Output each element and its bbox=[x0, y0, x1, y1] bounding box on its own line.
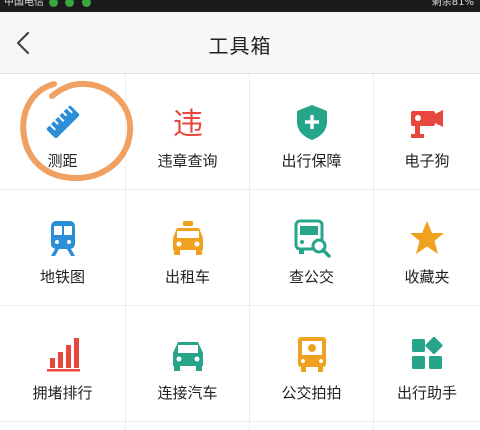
tool-violation-query[interactable]: 违 违章查询 bbox=[126, 74, 250, 190]
page-title: 工具箱 bbox=[208, 34, 272, 58]
tool-label: 测距 bbox=[47, 152, 78, 170]
tool-travel-assistant[interactable]: 出行助手 bbox=[374, 306, 480, 422]
tool-label: 地铁图 bbox=[39, 268, 85, 286]
grid-row-partial bbox=[250, 422, 374, 430]
tool-label: 出租车 bbox=[164, 268, 210, 286]
ruler-icon bbox=[46, 105, 79, 139]
bar-chart-icon bbox=[46, 338, 80, 372]
battery-label: 剩余81% bbox=[431, 0, 474, 8]
bus-search-icon bbox=[294, 219, 331, 258]
tool-label: 收藏夹 bbox=[404, 268, 450, 286]
message-notification-icon bbox=[65, 0, 75, 7]
grid-row-partial bbox=[0, 422, 126, 430]
taxi-icon bbox=[172, 221, 203, 255]
subway-icon bbox=[50, 221, 75, 256]
tool-label: 连接汽车 bbox=[157, 384, 218, 402]
tool-label: 公交拍拍 bbox=[281, 384, 342, 402]
wechat-notification-icon bbox=[49, 0, 59, 7]
tool-speed-camera[interactable]: 电子狗 bbox=[374, 74, 480, 190]
grid-row-partial bbox=[374, 422, 480, 430]
carrier-label: 中国电信 bbox=[4, 0, 93, 9]
header-bar: 工具箱 bbox=[0, 12, 480, 74]
tool-bus-photo[interactable]: 公交拍拍 bbox=[250, 306, 374, 422]
app-notification-icon bbox=[81, 0, 91, 7]
violation-glyph: 违 bbox=[173, 107, 203, 142]
tool-congestion-ranking[interactable]: 拥堵排行 bbox=[0, 306, 126, 422]
tool-travel-protection[interactable]: 出行保障 bbox=[250, 74, 374, 190]
tool-label: 出行保障 bbox=[281, 152, 342, 170]
tool-subway-map[interactable]: 地铁图 bbox=[0, 190, 126, 306]
tool-grid: 测距 违 违章查询 出行保障 电子狗 地铁图 出租车 查公交 收藏夹 拥堵排行 … bbox=[0, 74, 480, 430]
camera-icon bbox=[411, 110, 443, 138]
star-icon bbox=[410, 221, 444, 254]
apps-icon bbox=[412, 336, 443, 369]
tool-label: 出行助手 bbox=[396, 384, 457, 402]
tool-ruler[interactable]: 测距 bbox=[0, 74, 126, 190]
tool-taxi[interactable]: 出租车 bbox=[126, 190, 250, 306]
tool-label: 违章查询 bbox=[157, 152, 218, 170]
shield-plus-icon bbox=[296, 105, 327, 140]
tool-favorites[interactable]: 收藏夹 bbox=[374, 190, 480, 306]
bus-camera-icon bbox=[297, 337, 326, 372]
tool-label: 查公交 bbox=[288, 268, 334, 286]
status-bar: 中国电信 剩余81% bbox=[0, 0, 480, 12]
violation-icon: 违 bbox=[173, 107, 203, 142]
tool-bus-search[interactable]: 查公交 bbox=[250, 190, 374, 306]
car-icon bbox=[172, 342, 203, 371]
grid-row-partial bbox=[126, 422, 250, 430]
tool-connect-car[interactable]: 连接汽车 bbox=[126, 306, 250, 422]
tool-label: 拥堵排行 bbox=[32, 384, 93, 402]
tool-label: 电子狗 bbox=[404, 152, 450, 170]
